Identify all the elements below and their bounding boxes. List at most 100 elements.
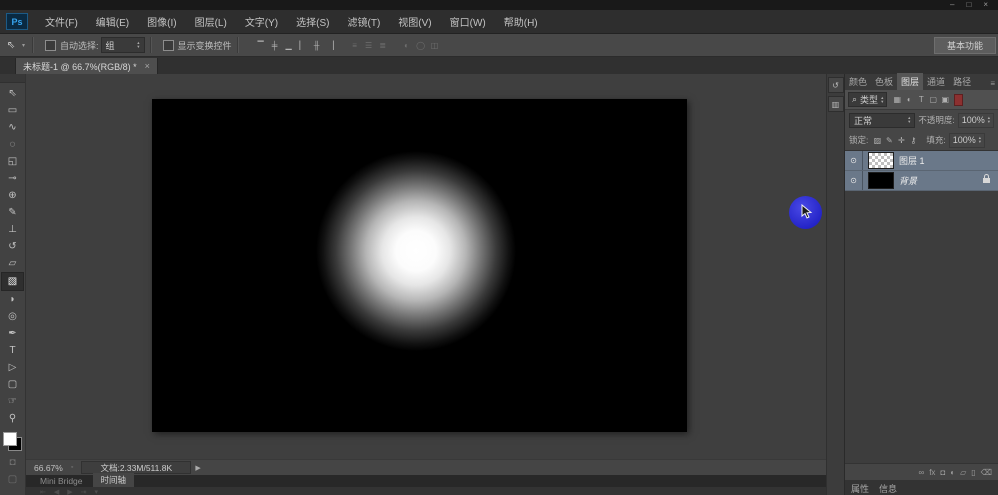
filter-shape-icon[interactable]: ▢ [927,95,939,104]
status-expand-icon[interactable]: ▶ [195,464,200,472]
tool-crop[interactable]: ◱ [2,153,23,170]
menu-item-file[interactable]: 文件(F) [36,14,87,29]
tool-type[interactable]: T [2,342,23,359]
align-bottom-icon[interactable]: ▁ [282,41,296,50]
link-layers-icon[interactable]: ∞ [919,468,925,477]
close-button[interactable]: × [983,1,988,9]
tab-mini-bridge[interactable]: Mini Bridge [32,475,91,487]
menu-item-image[interactable]: 图像(I) [138,14,185,29]
layer-thumbnail[interactable] [868,172,894,189]
layer-visibility-icon[interactable]: ⊙ [845,171,863,190]
foreground-color-swatch[interactable] [3,432,17,446]
tool-brush[interactable]: ✎ [2,204,23,221]
filter-adjustment-icon[interactable]: ◐ [903,95,915,104]
new-group-icon[interactable]: ▱ [960,468,966,477]
tool-eraser[interactable]: ▱ [2,255,23,272]
history-panel-icon[interactable]: ↺ [828,77,844,93]
opacity-value-field[interactable]: 100% ▴ ▾ [958,113,994,128]
tool-blur[interactable]: ◗ [2,291,23,308]
auto-select-checkbox[interactable] [45,40,56,51]
layer-name[interactable]: 背景 [899,174,917,187]
tab-color[interactable]: 颜色 [845,73,871,90]
filter-kind-dropdown[interactable]: ⌕ 类型 ▴ ▾ [848,92,887,107]
layer-name[interactable]: 图层 1 [899,154,925,167]
filter-toggle-icon[interactable] [954,94,963,106]
tool-zoom[interactable]: ⚲ [2,410,23,427]
tool-clone-stamp[interactable]: ⊥ [2,221,23,238]
screen-mode-icon[interactable]: ▢ [2,471,23,488]
auto-select-dropdown[interactable]: 组 ▴ ▾ [101,37,145,53]
close-document-icon[interactable]: × [145,61,150,71]
lock-position-icon[interactable]: ✛ [895,136,907,145]
distribute-top-icon[interactable]: ≡ [348,41,362,50]
properties-panel-icon[interactable]: ▥ [828,96,844,112]
menu-item-layer[interactable]: 图层(L) [186,14,236,29]
minimize-button[interactable]: – [950,1,954,9]
tool-lasso[interactable]: ∿ [2,119,23,136]
fill-value-field[interactable]: 100% ▴ ▾ [949,133,985,148]
tool-quick-select[interactable]: ◌ [2,136,23,153]
menu-item-filter[interactable]: 滤镜(T) [339,14,390,29]
tool-eyedropper[interactable]: ⊸ [2,170,23,187]
lock-transparency-icon[interactable]: ▨ [871,136,883,145]
toolbar-grip[interactable] [0,74,25,83]
menu-item-type[interactable]: 文字(Y) [236,14,287,29]
menu-item-view[interactable]: 视图(V) [389,14,440,29]
menu-item-edit[interactable]: 编辑(E) [87,14,138,29]
filter-pixel-icon[interactable]: ▦ [891,95,903,104]
next-frame-icon[interactable]: ⇥ [81,488,87,495]
audio-icon[interactable]: ▾ [95,488,99,495]
tool-pen[interactable]: ✒ [2,325,23,342]
tool-history-brush[interactable]: ↺ [2,238,23,255]
tool-gradient[interactable]: ▧ [1,272,24,291]
zoom-level-field[interactable]: 66.67% [34,463,63,473]
tool-move[interactable]: ⇖ [2,85,23,102]
layer-visibility-icon[interactable]: ⊙ [845,151,863,170]
go-first-frame-icon[interactable]: ⇤ [40,488,46,495]
align-left-icon[interactable]: ▏ [296,41,310,50]
delete-layer-icon[interactable]: ⌫ [981,468,992,477]
tool-marquee[interactable]: ▭ [2,102,23,119]
document-tab[interactable]: 未标题-1 @ 66.7%(RGB/8) * × [15,58,158,74]
3d-rotate-icon[interactable]: ◐ [400,41,414,50]
tab-swatches[interactable]: 色板 [871,73,897,90]
quick-mask-icon[interactable]: ◘ [2,454,23,471]
tab-info[interactable]: 信息 [875,480,901,495]
maximize-button[interactable]: □ [966,1,971,9]
layer-row-background[interactable]: ⊙ 背景 [845,171,998,191]
tab-layers[interactable]: 图层 [897,73,923,90]
tool-path-select[interactable]: ▷ [2,359,23,376]
tool-preset-caret-icon[interactable]: ▾ [22,42,25,49]
align-top-icon[interactable]: ▔ [254,41,268,50]
tab-paths[interactable]: 路径 [949,73,975,90]
canvas[interactable] [152,99,687,432]
show-transform-checkbox[interactable] [163,40,174,51]
prev-frame-icon[interactable]: ◀ [54,488,59,495]
lock-all-icon[interactable]: ⚷ [907,136,919,145]
tool-dodge[interactable]: ◎ [2,308,23,325]
filter-smart-object-icon[interactable]: ▣ [939,95,951,104]
blend-mode-dropdown[interactable]: 正常 ▴ ▾ [849,113,915,128]
distribute-bottom-icon[interactable]: ≣ [376,41,390,50]
menu-item-window[interactable]: 窗口(W) [441,14,495,29]
lock-pixels-icon[interactable]: ✎ [883,136,895,145]
new-layer-icon[interactable]: ▯ [971,468,975,477]
layer-style-icon[interactable]: fx [929,468,935,477]
panel-menu-icon[interactable]: ≡ [987,79,998,90]
tool-healing-brush[interactable]: ⊕ [2,187,23,204]
filter-type-icon[interactable]: T [915,95,927,104]
align-center-icon[interactable]: ╫ [310,41,324,50]
layer-thumbnail[interactable] [868,152,894,169]
tab-properties[interactable]: 属性 [847,480,873,495]
tool-shape[interactable]: ▢ [2,376,23,393]
menu-item-select[interactable]: 选择(S) [287,14,338,29]
menu-item-help[interactable]: 帮助(H) [495,14,547,29]
align-middle-icon[interactable]: ╪ [268,41,282,50]
layer-mask-icon[interactable]: ◘ [940,468,945,477]
distribute-middle-icon[interactable]: ☰ [362,41,376,50]
play-icon[interactable]: ▶ [67,488,72,495]
3d-roll-icon[interactable]: ◯ [414,41,428,50]
tool-hand[interactable]: ☞ [2,393,23,410]
layer-row-layer1[interactable]: ⊙ 图层 1 [845,151,998,171]
align-right-icon[interactable]: ▕ [324,41,338,50]
